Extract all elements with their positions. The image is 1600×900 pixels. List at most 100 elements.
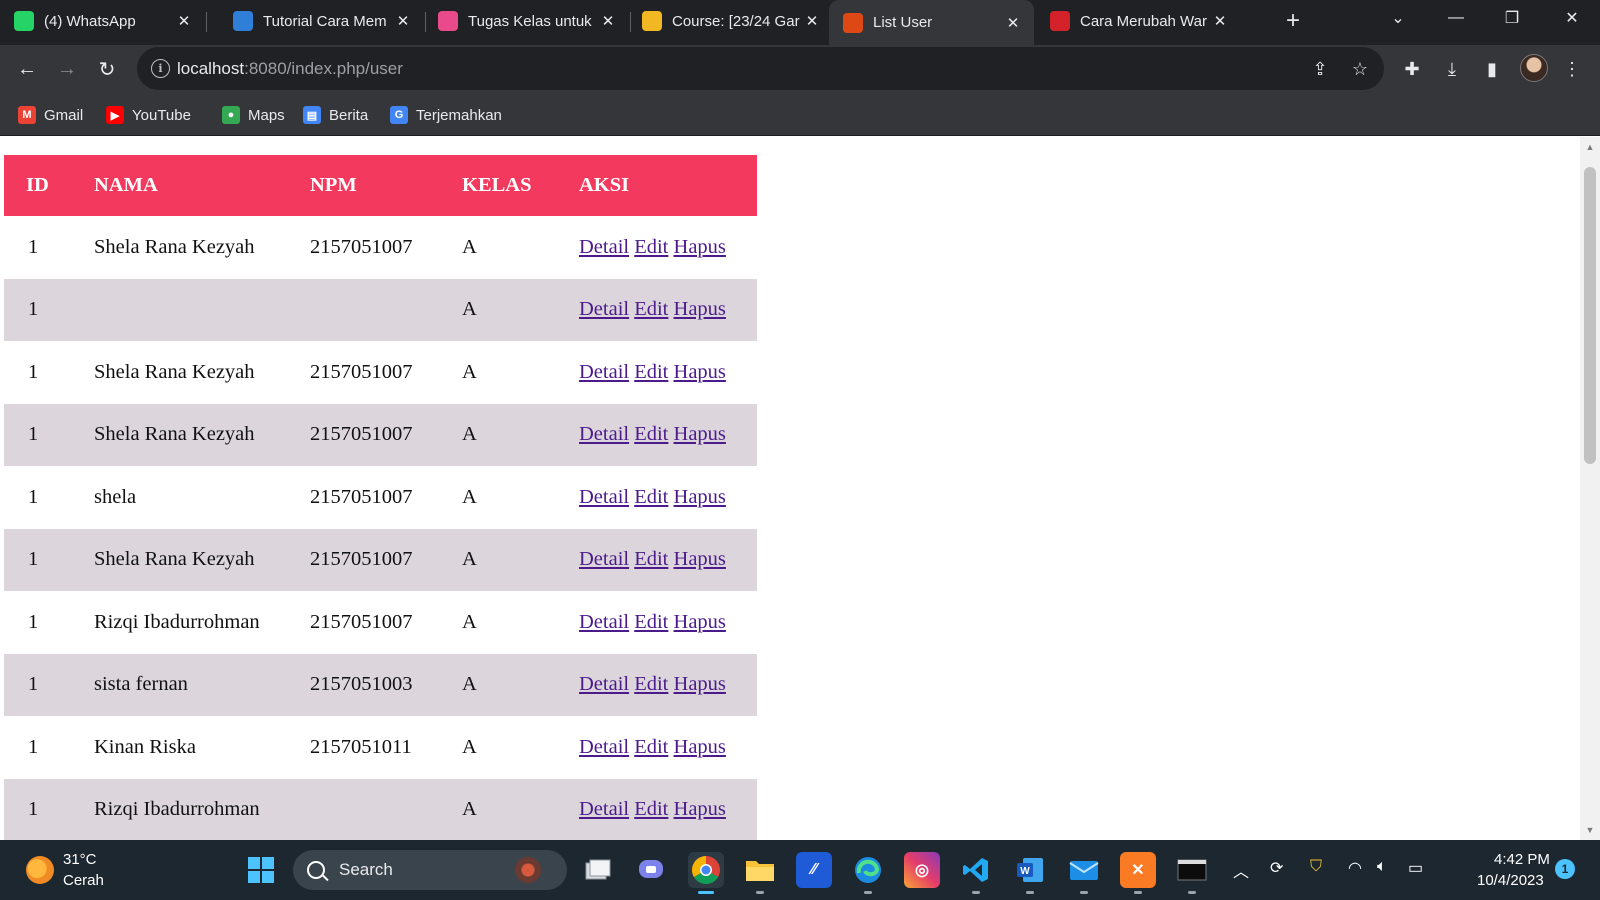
volume-icon[interactable]: 🔈︎ <box>1377 858 1387 876</box>
edit-link[interactable]: Edit <box>634 236 668 258</box>
scroll-down-arrow-icon[interactable]: ▼ <box>1580 822 1600 838</box>
tab-6[interactable]: Cara Merubah War ✕ <box>1036 0 1241 42</box>
hapus-link[interactable]: Hapus <box>674 798 726 820</box>
forward-button[interactable]: → <box>53 55 81 83</box>
clock-date[interactable]: 10/4/2023 <box>1477 872 1544 889</box>
start-windows-icon[interactable] <box>243 852 279 888</box>
detail-link[interactable]: Detail <box>579 298 629 320</box>
tab-1[interactable]: (4) WhatsApp ✕ <box>0 0 205 42</box>
edit-link[interactable]: Edit <box>634 486 668 508</box>
detail-link[interactable]: Detail <box>579 548 629 570</box>
hapus-link[interactable]: Hapus <box>674 361 726 383</box>
hapus-link[interactable]: Hapus <box>674 673 726 695</box>
task-view-icon[interactable] <box>580 852 616 888</box>
wifi-icon[interactable]: ◠ <box>1348 858 1362 878</box>
edit-link[interactable]: Edit <box>634 736 668 758</box>
tab-close-icon[interactable]: ✕ <box>173 10 195 32</box>
extensions-puzzle-icon[interactable]: ✚ <box>1398 55 1426 83</box>
tab-close-icon[interactable]: ✕ <box>1002 12 1024 34</box>
terminal-icon[interactable] <box>1174 852 1210 894</box>
bookmark-youtube[interactable]: ▶ YouTube <box>106 104 191 126</box>
hapus-link[interactable]: Hapus <box>674 736 726 758</box>
edit-link[interactable]: Edit <box>634 548 668 570</box>
bookmark-star-icon[interactable]: ☆ <box>1348 57 1372 81</box>
profile-avatar[interactable] <box>1520 54 1548 82</box>
detail-link[interactable]: Detail <box>579 736 629 758</box>
bookmark-maps[interactable]: ● Maps <box>222 104 285 126</box>
tab-2[interactable]: Tutorial Cara Mem ✕ <box>219 0 424 42</box>
minimize-button[interactable]: — <box>1428 0 1484 36</box>
side-panel-icon[interactable]: ▮ <box>1478 55 1506 83</box>
bookmark-gmail[interactable]: M Gmail <box>18 104 83 126</box>
weather-description[interactable]: Cerah <box>63 872 104 889</box>
chrome-icon[interactable] <box>688 852 724 894</box>
tab-close-icon[interactable]: ✕ <box>597 10 619 32</box>
hapus-link[interactable]: Hapus <box>674 298 726 320</box>
share-icon[interactable]: ⇪ <box>1308 57 1332 81</box>
bookmark-berita[interactable]: ▤ Berita <box>303 104 368 126</box>
cell-npm: 2157051007 <box>310 485 413 508</box>
notification-badge[interactable]: 1 <box>1555 859 1575 879</box>
menu-kebab-icon[interactable]: ⋮ <box>1558 55 1586 83</box>
security-shield-icon[interactable]: ⛉ <box>1310 858 1322 876</box>
restore-button[interactable]: ❐ <box>1484 0 1540 36</box>
tab-5[interactable]: List User ✕ <box>829 0 1034 45</box>
edit-link[interactable]: Edit <box>634 298 668 320</box>
download-icon[interactable]: ⤓ <box>1438 55 1466 83</box>
address-bar[interactable]: i localhost:8080/index.php/user ⇪ ☆ <box>137 47 1384 90</box>
weather-sun-icon[interactable] <box>26 856 54 884</box>
cell-nama <box>72 278 288 341</box>
hapus-link[interactable]: Hapus <box>674 486 726 508</box>
vscode-icon[interactable] <box>958 852 994 894</box>
file-explorer-icon[interactable] <box>742 852 778 894</box>
xampp-icon[interactable]: ✕ <box>1120 852 1156 894</box>
clock-time[interactable]: 4:42 PM <box>1494 851 1550 868</box>
tab-close-icon[interactable]: ✕ <box>392 10 414 32</box>
tab-close-icon[interactable]: ✕ <box>1209 10 1231 32</box>
teams-chat-icon[interactable] <box>634 852 670 888</box>
close-window-button[interactable]: ✕ <box>1544 0 1600 36</box>
edge-icon[interactable] <box>850 852 886 894</box>
edit-link[interactable]: Edit <box>634 611 668 633</box>
hapus-link[interactable]: Hapus <box>674 548 726 570</box>
tray-overflow-chevron-icon[interactable]: ︿ <box>1233 858 1249 882</box>
sync-icon[interactable]: ⟳ <box>1270 858 1283 878</box>
new-tab-button[interactable]: + <box>1278 6 1308 36</box>
tab-3[interactable]: Tugas Kelas untuk ✕ <box>424 0 629 42</box>
bookmark-terjemahkan[interactable]: G Terjemahkan <box>390 104 502 126</box>
back-button[interactable]: ← <box>13 55 41 83</box>
detail-link[interactable]: Detail <box>579 361 629 383</box>
detail-link[interactable]: Detail <box>579 423 629 445</box>
detail-link[interactable]: Detail <box>579 486 629 508</box>
edit-link[interactable]: Edit <box>634 673 668 695</box>
page-scrollbar[interactable]: ▲ ▼ <box>1580 137 1600 840</box>
detail-link[interactable]: Detail <box>579 611 629 633</box>
detail-link[interactable]: Detail <box>579 798 629 820</box>
hapus-link[interactable]: Hapus <box>674 611 726 633</box>
battery-icon[interactable]: ▭ <box>1408 858 1423 878</box>
weather-temperature[interactable]: 31°C <box>63 851 97 868</box>
edit-link[interactable]: Edit <box>634 361 668 383</box>
tab-4[interactable]: Course: [23/24 Gar ✕ <box>628 0 833 42</box>
tab-close-icon[interactable]: ✕ <box>801 10 823 32</box>
site-info-icon[interactable]: i <box>151 59 170 78</box>
edit-link[interactable]: Edit <box>634 798 668 820</box>
mail-icon[interactable] <box>1066 852 1102 894</box>
taskbar-search-box[interactable]: Search <box>293 850 567 890</box>
detail-link[interactable]: Detail <box>579 236 629 258</box>
detail-link[interactable]: Detail <box>579 673 629 695</box>
table-row: 1 Kinan Riska 2157051011 A Detail Edit Hapus <box>4 716 757 779</box>
scrollbar-thumb[interactable] <box>1584 167 1596 464</box>
pen-app-icon[interactable]: ⁄⁄ <box>796 852 832 888</box>
reload-button[interactable]: ↻ <box>93 55 121 83</box>
url-text[interactable]: localhost:8080/index.php/user <box>177 59 403 79</box>
instagram-icon[interactable]: ◎ <box>904 852 940 888</box>
hapus-link[interactable]: Hapus <box>674 236 726 258</box>
word-icon[interactable]: W <box>1012 852 1048 894</box>
tab-search-chevron-icon[interactable]: ⌄ <box>1370 0 1426 36</box>
cell-kelas: A <box>462 735 477 758</box>
scroll-up-arrow-icon[interactable]: ▲ <box>1580 139 1600 155</box>
hapus-link[interactable]: Hapus <box>674 423 726 445</box>
table-row: 1 Shela Rana Kezyah 2157051007 A Detail Edit… <box>4 528 757 591</box>
edit-link[interactable]: Edit <box>634 423 668 445</box>
